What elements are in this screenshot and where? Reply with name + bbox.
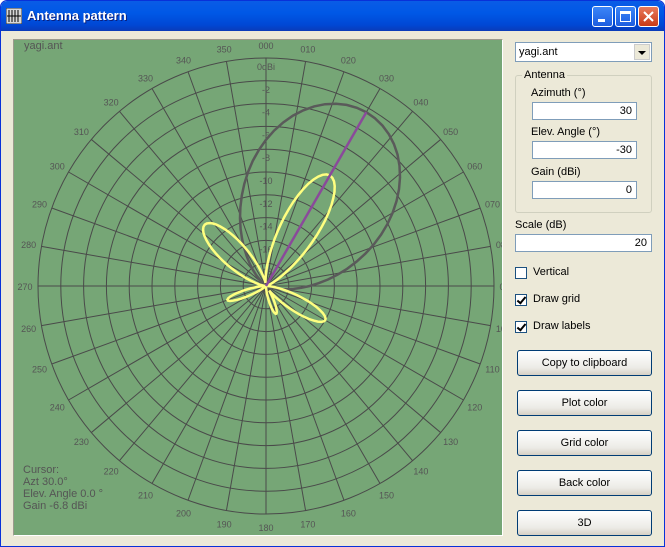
minimize-button[interactable] (592, 6, 613, 27)
cursor-title: Cursor: (23, 464, 60, 476)
vertical-checkbox[interactable] (515, 267, 527, 279)
azimuth-tick-label: 290 (32, 200, 47, 210)
gain-label: Gain (dBi) (531, 166, 581, 178)
close-button[interactable] (638, 6, 659, 27)
minimize-icon (598, 19, 605, 22)
close-icon (643, 11, 654, 22)
azimuth-tick-label: 050 (443, 127, 458, 137)
azimuth-tick-label: 000 (258, 41, 273, 51)
plot-file-label: yagi.ant (24, 40, 63, 52)
azimuth-tick-label: 270 (17, 282, 32, 292)
azimuth-tick-label: 190 (217, 519, 232, 529)
polar-plot-svg: 000 010 020 030 040 050 060 070 080 090 100 110 120 1… (14, 40, 502, 535)
cursor-gain: Gain -6.8 dBi (23, 500, 88, 512)
ring-db-label: -8 (262, 153, 270, 163)
cursor-elevation: Elev. Angle 0.0 ° (23, 488, 104, 500)
azimuth-tick-label: 310 (74, 127, 89, 137)
azimuth-tick-label: 090 (499, 282, 502, 292)
azimuth-tick-label: 210 (138, 491, 153, 501)
chevron-down-icon[interactable] (634, 44, 650, 60)
azimuth-tick-label: 020 (341, 56, 356, 66)
draw-grid-checkbox[interactable] (515, 294, 527, 306)
ring-db-label: -12 (259, 199, 272, 209)
3d-button[interactable]: 3D (517, 510, 652, 536)
azimuth-field[interactable]: 30 (532, 102, 637, 120)
draw-grid-label: Draw grid (533, 293, 581, 305)
cursor-azimuth: Azt 30.0° (23, 476, 68, 488)
draw-labels-checkbox[interactable] (515, 321, 527, 333)
azimuth-tick-label: 040 (413, 97, 428, 107)
azimuth-tick-label: 230 (74, 437, 89, 447)
elev-angle-field[interactable]: -30 (532, 141, 637, 159)
grid-color-button[interactable]: Grid color (517, 430, 652, 456)
azimuth-tick-label: 300 (50, 162, 65, 172)
azimuth-tick-label: 200 (176, 508, 191, 518)
azimuth-tick-label: 160 (341, 508, 356, 518)
app-icon (6, 8, 22, 24)
azimuth-tick-label: 110 (485, 364, 499, 374)
polar-plot[interactable]: 000 010 020 030 040 050 060 070 080 090 100 110 120 1… (14, 40, 502, 535)
ring-db-label: -2 (262, 85, 270, 95)
azimuth-tick-label: 100 (496, 324, 502, 334)
ring-db-label: -4 (262, 108, 270, 118)
cursor-readout: Cursor: Azt 30.0° Elev. Angle 0.0 ° Gain… (23, 464, 103, 512)
azimuth-tick-label: 350 (217, 45, 232, 55)
elev-angle-label: Elev. Angle (°) (531, 126, 601, 138)
plot-color-button[interactable]: Plot color (517, 390, 652, 416)
azimuth-label: Azimuth (°) (531, 87, 586, 99)
maximize-button[interactable] (615, 6, 636, 27)
azimuth-tick-label: 330 (138, 73, 153, 83)
azimuth-tick-label: 120 (467, 403, 482, 413)
window-title: Antenna pattern (27, 8, 127, 23)
azimuth-tick-label: 340 (176, 56, 191, 66)
azimuth-tick-label: 260 (21, 324, 36, 334)
vertical-label: Vertical (533, 266, 570, 278)
azimuth-tick-label: 060 (467, 162, 482, 172)
azimuth-tick-label: 150 (379, 491, 394, 501)
scale-label: Scale (dB) (515, 219, 567, 231)
azimuth-tick-label: 140 (413, 467, 428, 477)
file-select[interactable]: yagi.ant (515, 42, 652, 62)
azimuth-tick-label: 170 (300, 519, 315, 529)
copy-to-clipboard-button[interactable]: Copy to clipboard (517, 350, 652, 376)
back-color-button[interactable]: Back color (517, 470, 652, 496)
azimuth-tick-label: 240 (50, 403, 65, 413)
azimuth-tick-label: 030 (379, 73, 394, 83)
azimuth-tick-label: 280 (21, 240, 36, 250)
antenna-group-title: Antenna (522, 69, 567, 81)
azimuth-tick-label: 250 (32, 364, 47, 374)
gain-field[interactable]: 0 (532, 181, 637, 199)
ring-db-label: -10 (259, 176, 272, 186)
draw-labels-label: Draw labels (533, 320, 591, 332)
azimuth-tick-label: 080 (496, 240, 502, 250)
scale-field[interactable]: 20 (515, 234, 652, 252)
unit-label: 0dBi (257, 62, 275, 72)
azimuth-tick-label: 130 (443, 437, 458, 447)
ring-db-label: -14 (259, 222, 272, 232)
maximize-icon (620, 11, 631, 22)
azimuth-tick-label: 010 (300, 45, 315, 55)
file-select-value: yagi.ant (519, 46, 558, 58)
azimuth-tick-label: 070 (485, 200, 500, 210)
client-area: 0000100200300400500600700800901001101201… (5, 32, 660, 542)
azimuth-tick-label: 180 (258, 523, 273, 533)
title-bar[interactable]: Antenna pattern (1, 1, 664, 31)
azimuth-tick-label: 220 (104, 467, 119, 477)
azimuth-tick-label: 320 (104, 97, 119, 107)
